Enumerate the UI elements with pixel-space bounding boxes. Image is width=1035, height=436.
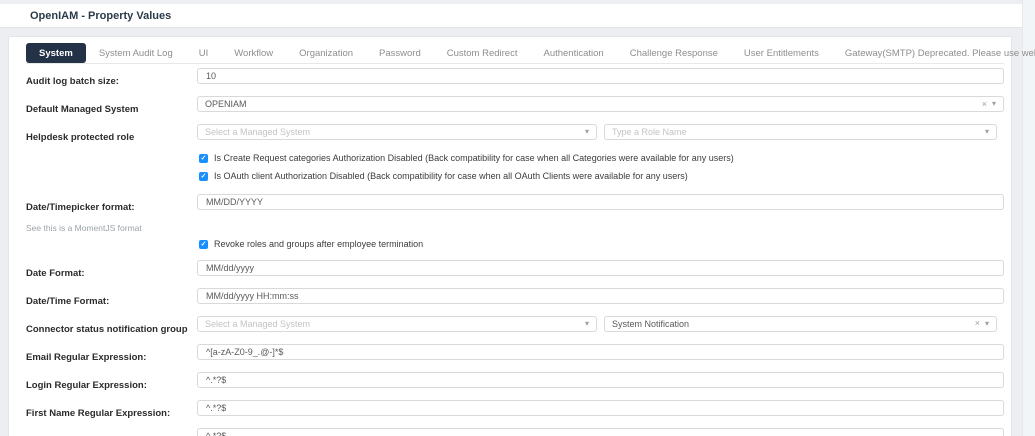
tab-organization[interactable]: Organization	[286, 43, 366, 63]
field-row-default-managed-system: Default Managed System OPENIAM × ▾	[26, 96, 1004, 117]
datetimepicker-format-input[interactable]	[197, 194, 1004, 210]
connector-notification-group-select[interactable]: System Notification × ▾	[604, 316, 997, 332]
helpdesk-role-name-select[interactable]: Type a Role Name ▾	[604, 124, 997, 140]
field-row-date-format: Date Format:	[26, 260, 1004, 281]
connector-managed-system-select[interactable]: Select a Managed System ▾	[197, 316, 597, 332]
tab-system[interactable]: System	[26, 43, 86, 63]
field-row-connector-status-group: Connector status notification group Sele…	[26, 316, 1004, 337]
check-icon: ✓	[201, 173, 207, 180]
field-row-audit-log-batch-size: Audit log batch size:	[26, 68, 1004, 89]
tab-challenge-response[interactable]: Challenge Response	[617, 43, 731, 63]
selected-value: OPENIAM	[205, 99, 982, 109]
field-label: Date/Time Format:	[26, 296, 109, 307]
field-label: Date/Timepicker format:	[26, 202, 135, 213]
tab-workflow[interactable]: Workflow	[221, 43, 286, 63]
caret-down-icon: ▾	[985, 320, 989, 328]
field-label: Default Managed System	[26, 104, 138, 115]
caret-down-icon: ▾	[992, 100, 996, 108]
field-label: Date Format:	[26, 268, 85, 279]
field-row-email-regex: Email Regular Expression:	[26, 344, 1004, 365]
field-label: Email Regular Expression:	[26, 352, 146, 363]
momentjs-hint: See this is a MomentJS format	[26, 223, 197, 233]
date-format-input[interactable]	[197, 260, 1004, 276]
checkbox-row-oauth-client: ✓ Is OAuth client Authorization Disabled…	[199, 172, 1004, 182]
email-regex-input[interactable]	[197, 344, 1004, 360]
property-values-card: System System Audit Log UI Workflow Orga…	[8, 36, 1012, 436]
tab-authentication[interactable]: Authentication	[530, 43, 616, 63]
field-row-helpdesk-protected-role: Helpdesk protected role Select a Managed…	[26, 124, 1004, 145]
checkbox-label: Revoke roles and groups after employee t…	[214, 240, 423, 250]
select-placeholder: Select a Managed System	[205, 127, 585, 137]
audit-log-batch-size-input[interactable]	[197, 68, 1004, 84]
caret-down-icon: ▾	[585, 128, 589, 136]
default-managed-system-select[interactable]: OPENIAM × ▾	[197, 96, 1004, 112]
right-edge-strip	[1022, 0, 1035, 436]
page-title: OpenIAM - Property Values	[30, 10, 171, 22]
caret-down-icon: ▾	[585, 320, 589, 328]
select-placeholder: Type a Role Name	[612, 127, 985, 137]
field-label: Helpdesk protected role	[26, 132, 134, 143]
field-row-first-name-regex: First Name Regular Expression:	[26, 400, 1004, 421]
page-header: OpenIAM - Property Values	[0, 4, 1035, 28]
revoke-roles-checkbox[interactable]: ✓	[199, 240, 208, 249]
field-row-datetimepicker-format: Date/Timepicker format: See this is a Mo…	[26, 194, 1004, 233]
first-name-regex-input[interactable]	[197, 400, 1004, 416]
system-properties-form: Audit log batch size: Default Managed Sy…	[26, 64, 1004, 436]
tab-bar: System System Audit Log UI Workflow Orga…	[26, 43, 1004, 64]
tab-system-audit-log[interactable]: System Audit Log	[86, 43, 186, 63]
field-row-last-name-regex: Last Name Regular Expression:	[26, 428, 1004, 436]
tab-gateway-smtp[interactable]: Gateway(SMTP) Deprecated. Please use web…	[832, 43, 1035, 63]
field-label: Connector status notification group	[26, 324, 188, 335]
login-regex-input[interactable]	[197, 372, 1004, 388]
field-label: Login Regular Expression:	[26, 380, 147, 391]
field-row-datetime-format: Date/Time Format:	[26, 288, 1004, 309]
tab-password[interactable]: Password	[366, 43, 434, 63]
field-label: First Name Regular Expression:	[26, 408, 170, 419]
select-placeholder: Select a Managed System	[205, 319, 585, 329]
tab-ui[interactable]: UI	[186, 43, 222, 63]
tab-user-entitlements[interactable]: User Entitlements	[731, 43, 832, 63]
create-request-checkbox[interactable]: ✓	[199, 154, 208, 163]
checkbox-label: Is OAuth client Authorization Disabled (…	[214, 172, 688, 182]
field-label: Audit log batch size:	[26, 76, 119, 87]
checkbox-row-create-request: ✓ Is Create Request categories Authoriza…	[199, 154, 1004, 164]
caret-down-icon: ▾	[985, 128, 989, 136]
check-icon: ✓	[201, 155, 207, 162]
helpdesk-managed-system-select[interactable]: Select a Managed System ▾	[197, 124, 597, 140]
check-icon: ✓	[201, 241, 207, 248]
datetime-format-input[interactable]	[197, 288, 1004, 304]
selected-value: System Notification	[612, 319, 975, 329]
tab-custom-redirect[interactable]: Custom Redirect	[434, 43, 531, 63]
clear-icon[interactable]: ×	[982, 100, 987, 109]
field-row-login-regex: Login Regular Expression:	[26, 372, 1004, 393]
last-name-regex-input[interactable]	[197, 428, 1004, 436]
checkbox-label: Is Create Request categories Authorizati…	[214, 154, 734, 164]
checkbox-row-revoke-roles: ✓ Revoke roles and groups after employee…	[199, 240, 1004, 250]
clear-icon[interactable]: ×	[975, 319, 980, 328]
oauth-client-checkbox[interactable]: ✓	[199, 172, 208, 181]
